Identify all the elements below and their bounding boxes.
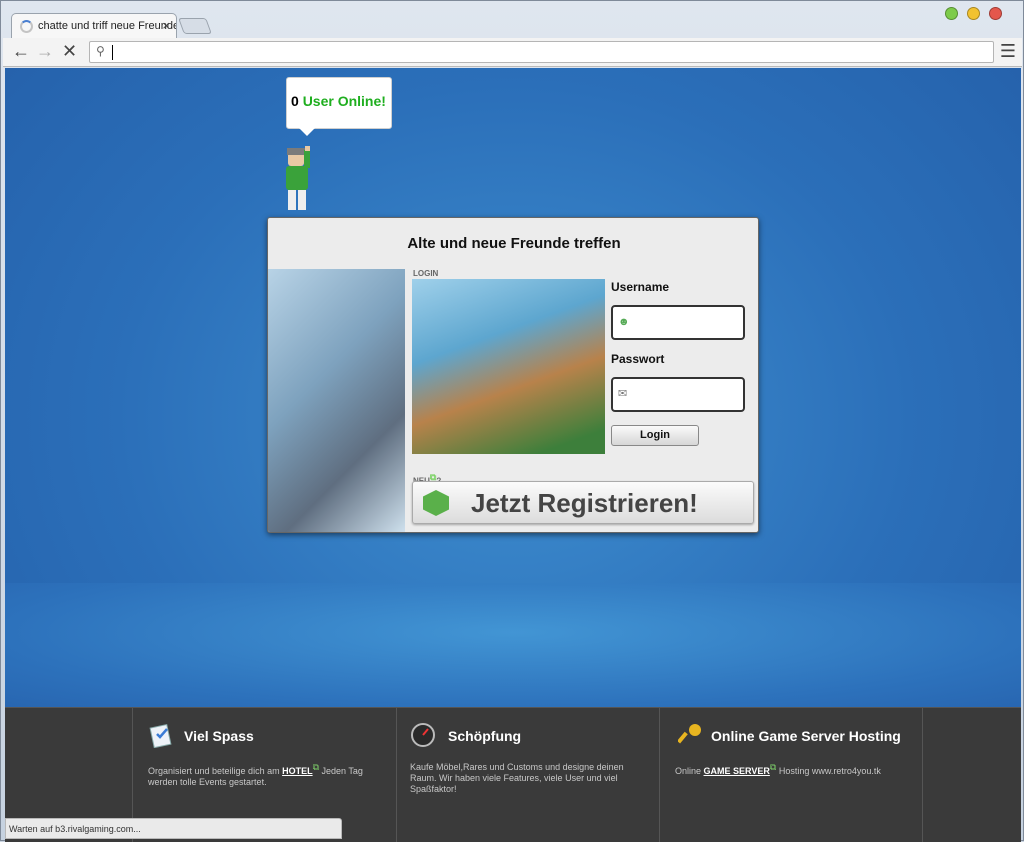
login-card: Alte und neue Freunde treffen LOGIN User… xyxy=(267,217,759,533)
footer-text-fun-pre: Organisiert und beteilige dich am xyxy=(148,766,283,776)
back-arrow-icon[interactable]: ← xyxy=(12,41,30,61)
hotel-scene-image-left xyxy=(268,269,405,532)
tab-strip: chatte und triff neue Freunde × xyxy=(1,1,1024,39)
tab-close-icon[interactable]: × xyxy=(162,18,170,33)
browser-menu-icon[interactable]: ☰ xyxy=(1000,41,1016,62)
tab-title: chatte und triff neue Freunde xyxy=(38,20,177,32)
web-page: 0 User Online! Alte und neue Freunde tre… xyxy=(5,68,1021,842)
footer-title-creation: Schöpfung xyxy=(448,728,522,744)
avatar xyxy=(286,146,310,210)
speech-bubble-icon: ✉ xyxy=(618,388,628,400)
online-count: 0 xyxy=(291,93,299,109)
password-field[interactable]: ✉ xyxy=(611,377,745,412)
checklist-icon xyxy=(149,723,172,748)
window-minimize-button[interactable] xyxy=(967,7,980,20)
register-button[interactable]: Jetzt Registrieren! xyxy=(412,481,754,524)
online-bubble: 0 User Online! xyxy=(286,77,392,136)
page-band xyxy=(5,583,1021,707)
status-bar: Warten auf b3.rivalgaming.com... xyxy=(5,818,342,839)
username-field[interactable]: ☻ xyxy=(611,305,745,340)
window-close-button[interactable] xyxy=(989,7,1002,20)
footer-title-hosting: Online Game Server Hosting xyxy=(711,728,901,744)
password-label: Passwort xyxy=(611,352,665,366)
text-cursor xyxy=(112,45,113,60)
browser-tab[interactable]: chatte und triff neue Freunde × xyxy=(11,13,177,39)
username-label: Username xyxy=(611,280,670,294)
user-icon: ☻ xyxy=(618,316,630,328)
online-label: User Online! xyxy=(302,93,386,109)
footer-column-hosting: Online Game Server Hosting Online GAME S… xyxy=(659,708,923,842)
address-bar[interactable]: ⚲ xyxy=(89,41,994,63)
footer-text-creation: Kaufe Möbel,Rares und Customs und design… xyxy=(410,762,624,794)
footer-column-creation: Schöpfung Kaufe Möbel,Rares und Customs … xyxy=(396,708,659,842)
loading-spinner-icon xyxy=(20,20,33,33)
game-server-link[interactable]: GAME SERVER xyxy=(704,766,770,776)
search-icon: ⚲ xyxy=(96,44,105,58)
browser-toolbar: ← → ✕ ⚲ ☰ xyxy=(3,38,1022,67)
new-tab-button[interactable] xyxy=(178,18,212,34)
footer-text-hosting-post: Hosting www.retro4you.tk xyxy=(776,766,881,776)
login-section-label: LOGIN xyxy=(413,269,439,278)
window-maximize-button[interactable] xyxy=(945,7,958,20)
forward-arrow-icon[interactable]: → xyxy=(36,41,54,61)
stop-loading-icon[interactable]: ✕ xyxy=(62,41,77,61)
hotel-scene-image-center xyxy=(412,279,605,454)
hotel-link[interactable]: HOTEL xyxy=(282,766,313,776)
login-button[interactable]: Login xyxy=(611,425,699,446)
footer-text-hosting: Online GAME SERVER⧉ Hosting www.retro4yo… xyxy=(675,762,915,777)
card-title: Alte und neue Freunde treffen xyxy=(407,235,621,252)
browser-window: chatte und triff neue Freunde × ← → ✕ ⚲ … xyxy=(0,0,1024,842)
cube-icon xyxy=(423,490,449,516)
footer-title-fun: Viel Spass xyxy=(184,728,254,744)
gauge-icon xyxy=(411,723,435,747)
footer-text-hosting-pre: Online xyxy=(675,766,704,776)
footer-text-fun: Organisiert und beteilige dich am HOTEL⧉… xyxy=(148,762,388,788)
register-button-label: Jetzt Registrieren! xyxy=(471,488,698,518)
key-icon xyxy=(678,724,701,744)
